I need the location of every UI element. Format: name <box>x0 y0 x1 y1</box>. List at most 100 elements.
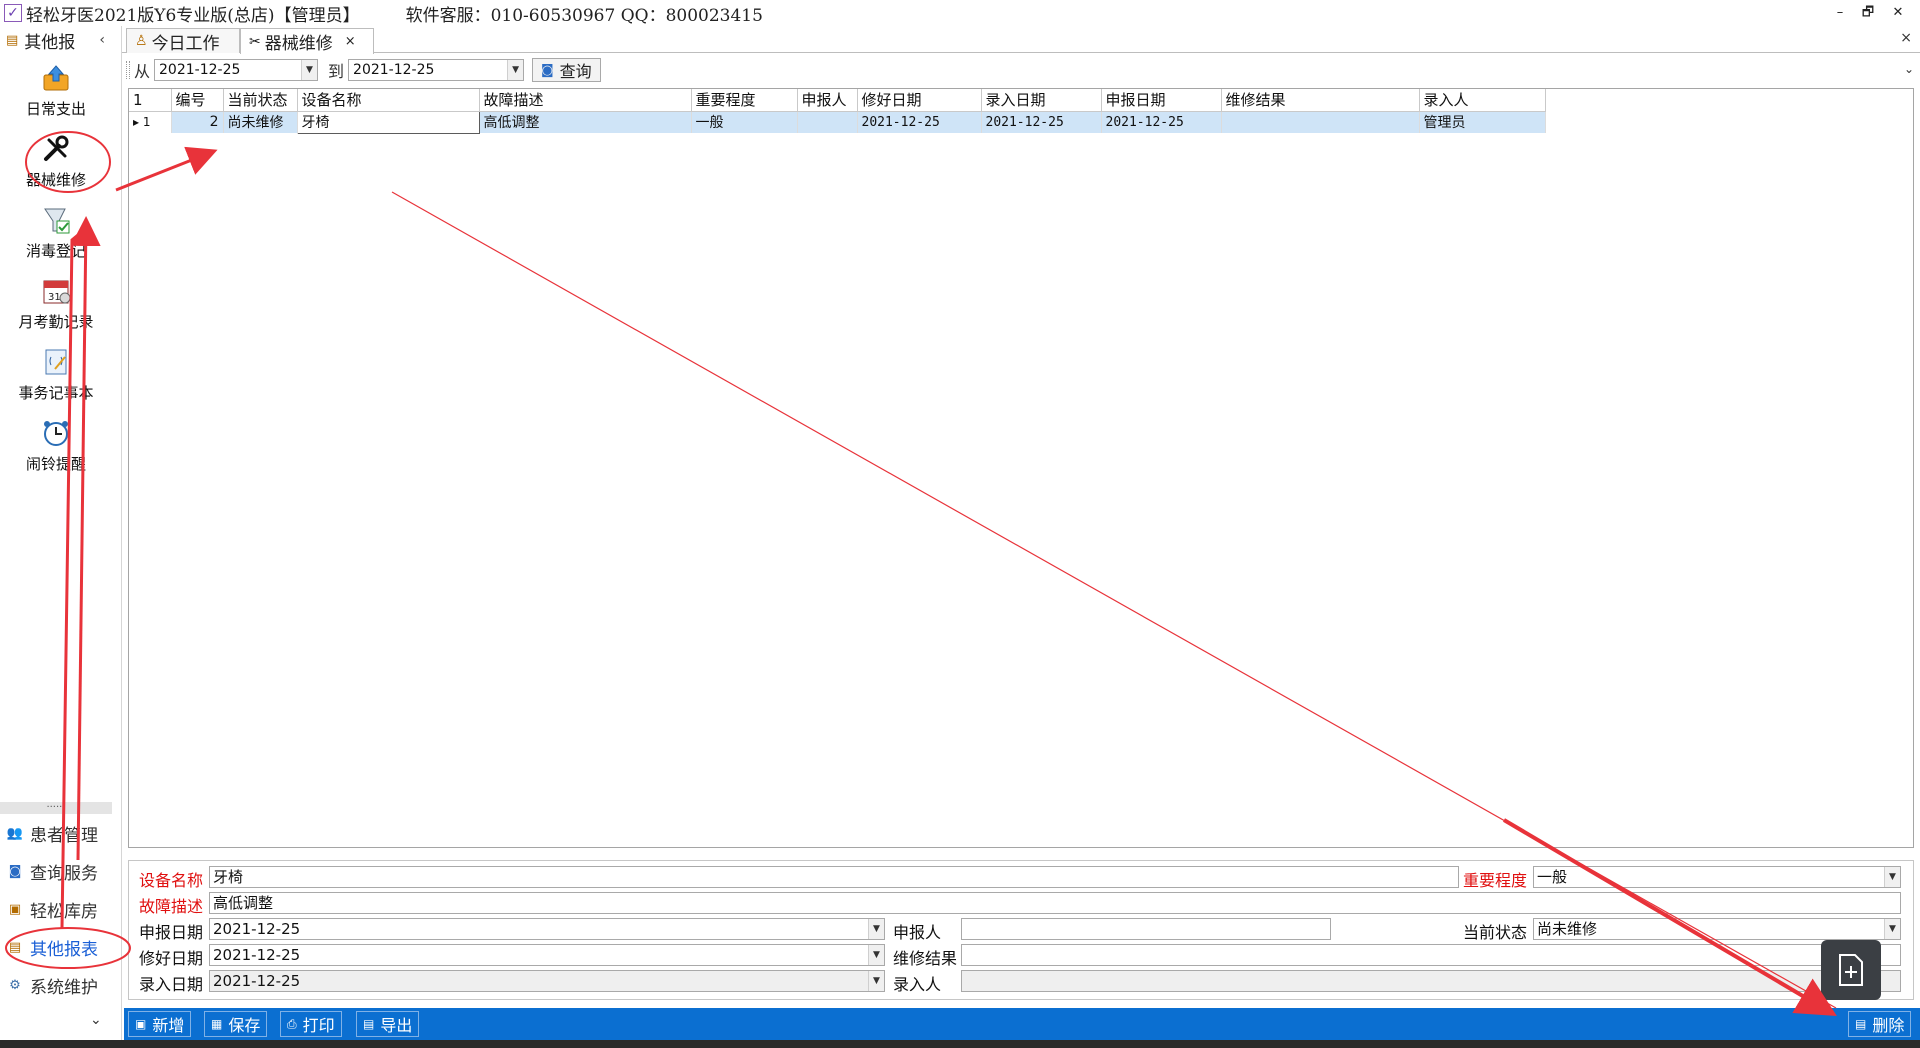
tool-daily-expense[interactable]: 日常支出 <box>0 62 112 132</box>
add-file-icon <box>1839 954 1863 986</box>
warehouse-icon: ▣ <box>8 901 22 917</box>
floating-new-page-button[interactable] <box>1821 940 1881 1000</box>
column-header[interactable]: 设备名称 <box>297 89 480 112</box>
to-date-picker[interactable]: 2021-12-25 ▼ <box>348 59 525 81</box>
today-work-icon: ♙ <box>135 33 148 49</box>
tab-close-icon[interactable]: × <box>345 34 356 49</box>
nav-query-service[interactable]: ◙ 查询服务 <box>6 856 110 886</box>
column-header[interactable]: 修好日期 <box>857 89 982 112</box>
query-button[interactable]: ◙ 查询 <box>532 58 601 82</box>
reporter-field[interactable] <box>961 918 1331 940</box>
search-icon: ◙ <box>541 62 554 78</box>
grid-corner[interactable]: 1 <box>129 89 172 112</box>
chevron-down-icon[interactable]: ▼ <box>868 919 884 939</box>
upload-box-icon <box>40 62 72 94</box>
fixed-date-picker[interactable]: 2021-12-25 ▼ <box>209 944 885 966</box>
reports-icon: ▤ <box>8 939 22 955</box>
tab-equipment-repair[interactable]: ✂ 器械维修 × <box>240 28 374 54</box>
column-header[interactable]: 编号 <box>171 89 224 112</box>
close-all-tabs-icon[interactable]: × <box>1900 30 1912 46</box>
sidebar-splitter[interactable]: ...... <box>0 800 112 814</box>
expand-chevron-icon[interactable]: ⌄ <box>90 1012 102 1028</box>
repair-records-grid: 1 编号 当前状态 设备名称 故障描述 重要程度 申报人 修好日期 录入日期 申… <box>128 88 1914 848</box>
column-header[interactable]: 申报日期 <box>1101 89 1222 112</box>
device-name-field[interactable]: 牙椅 <box>209 866 1459 888</box>
from-label: 从 <box>134 62 151 81</box>
repair-edit-form: 设备名称 牙椅 重要程度 一般 ▼ 故障描述 高低调整 申报日期 2021-12… <box>128 860 1914 1000</box>
report-date-picker[interactable]: 2021-12-25 ▼ <box>209 918 885 940</box>
table-row[interactable]: ▸ 1 2 尚未维修 牙椅 高低调整 一般 2021-12-25 2021-12… <box>129 110 1546 134</box>
toolbar-overflow-icon[interactable]: ⌄ <box>1904 62 1914 76</box>
disinfect-icon <box>40 204 72 236</box>
row-indicator[interactable]: ▸ 1 <box>129 111 172 133</box>
tab-today-work[interactable]: ♙ 今日工作 <box>126 28 240 54</box>
form-row: 申报日期 2021-12-25 ▼ 申报人 当前状态 尚未维修 ▼ <box>129 917 1915 942</box>
table-cell[interactable]: 尚未维修 <box>223 111 298 133</box>
reports-icon: ▤ <box>6 32 19 48</box>
print-button[interactable]: ⎙ 打印 <box>280 1011 342 1037</box>
nav-warehouse[interactable]: ▣ 轻松库房 <box>6 894 110 924</box>
column-header[interactable]: 申报人 <box>797 89 858 112</box>
tool-alarm[interactable]: 闹铃提醒 <box>0 417 112 487</box>
nav-other-reports[interactable]: ▤ 其他报表 <box>6 932 110 962</box>
table-cell[interactable] <box>797 111 858 133</box>
device-name-label: 设备名称 <box>139 871 204 890</box>
tool-notepad[interactable]: 事务记事本 <box>0 346 112 416</box>
entry-date-picker: 2021-12-25 ▼ <box>209 970 885 992</box>
table-cell-focused[interactable]: 牙椅 <box>296 110 480 134</box>
close-window-button[interactable]: ✕ <box>1884 2 1912 24</box>
query-label: 查询 <box>559 62 592 81</box>
chevron-down-icon: ▼ <box>868 971 884 991</box>
tool-equipment-repair[interactable]: 器械维修 <box>0 133 112 203</box>
column-header[interactable]: 故障描述 <box>479 89 692 112</box>
chevron-down-icon[interactable]: ▼ <box>1884 919 1900 939</box>
delete-button[interactable]: ▤ 删除 <box>1848 1011 1912 1037</box>
nav-patient-management[interactable]: 👥 患者管理 <box>6 818 110 848</box>
entry-date-value: 2021-12-25 <box>213 972 301 990</box>
column-header[interactable]: 重要程度 <box>691 89 798 112</box>
save-button[interactable]: ▦ 保存 <box>204 1011 268 1037</box>
table-cell[interactable]: 管理员 <box>1419 111 1546 133</box>
tool-label: 月考勤记录 <box>18 313 94 331</box>
add-button[interactable]: ▣ 新增 <box>128 1011 192 1037</box>
collapse-chevron-icon[interactable]: ‹ <box>99 32 105 48</box>
delete-label: 删除 <box>1872 1016 1905 1035</box>
column-header[interactable]: 录入日期 <box>981 89 1102 112</box>
table-cell[interactable]: 一般 <box>691 111 798 133</box>
sidebar-header-label: 其他报 <box>24 32 76 53</box>
tool-disinfect-register[interactable]: 消毒登记 <box>0 204 112 274</box>
status-label: 当前状态 <box>1463 923 1528 942</box>
table-cell[interactable]: 2021-12-25 <box>857 111 982 133</box>
column-header[interactable]: 录入人 <box>1419 89 1546 112</box>
nav-system-maintenance[interactable]: ⚙ 系统维护 <box>6 970 110 1000</box>
from-date-picker[interactable]: 2021-12-25 ▼ <box>154 59 319 81</box>
importance-select[interactable]: 一般 ▼ <box>1533 866 1901 888</box>
nav-label: 患者管理 <box>30 825 98 846</box>
table-cell[interactable]: 2 <box>171 111 224 133</box>
table-cell[interactable]: 2021-12-25 <box>981 111 1102 133</box>
chevron-down-icon[interactable]: ▼ <box>507 60 524 80</box>
nav-label: 系统维护 <box>30 977 98 998</box>
repair-result-field[interactable] <box>961 944 1901 966</box>
export-icon: ▤ <box>363 1017 375 1031</box>
chevron-down-icon[interactable]: ▼ <box>868 945 884 965</box>
column-header[interactable]: 当前状态 <box>223 89 298 112</box>
table-cell[interactable]: 2021-12-25 <box>1101 111 1222 133</box>
fault-description-field[interactable]: 高低调整 <box>209 892 1901 914</box>
nav-label: 查询服务 <box>30 863 98 884</box>
sidebar-header[interactable]: ▤ 其他报 ‹ <box>0 26 121 54</box>
minimize-button[interactable]: – <box>1826 2 1854 24</box>
status-select[interactable]: 尚未维修 ▼ <box>1533 918 1901 940</box>
table-cell[interactable] <box>1221 111 1420 133</box>
export-button[interactable]: ▤ 导出 <box>356 1011 420 1037</box>
chevron-down-icon[interactable]: ▼ <box>1884 867 1900 887</box>
tool-monthly-attendance[interactable]: 31 月考勤记录 <box>0 275 112 345</box>
restore-button[interactable]: 🗗 <box>1854 2 1882 24</box>
tools-icon: ✂ <box>249 33 261 50</box>
table-cell[interactable]: 高低调整 <box>479 111 692 133</box>
window-title: 轻松牙医2021版Y6专业版(总店)【管理员】 <box>26 5 360 26</box>
column-header[interactable]: 维修结果 <box>1221 89 1420 112</box>
chevron-down-icon[interactable]: ▼ <box>301 60 318 80</box>
tab-label: 今日工作 <box>151 33 220 54</box>
toolbar-grip[interactable] <box>126 61 130 79</box>
